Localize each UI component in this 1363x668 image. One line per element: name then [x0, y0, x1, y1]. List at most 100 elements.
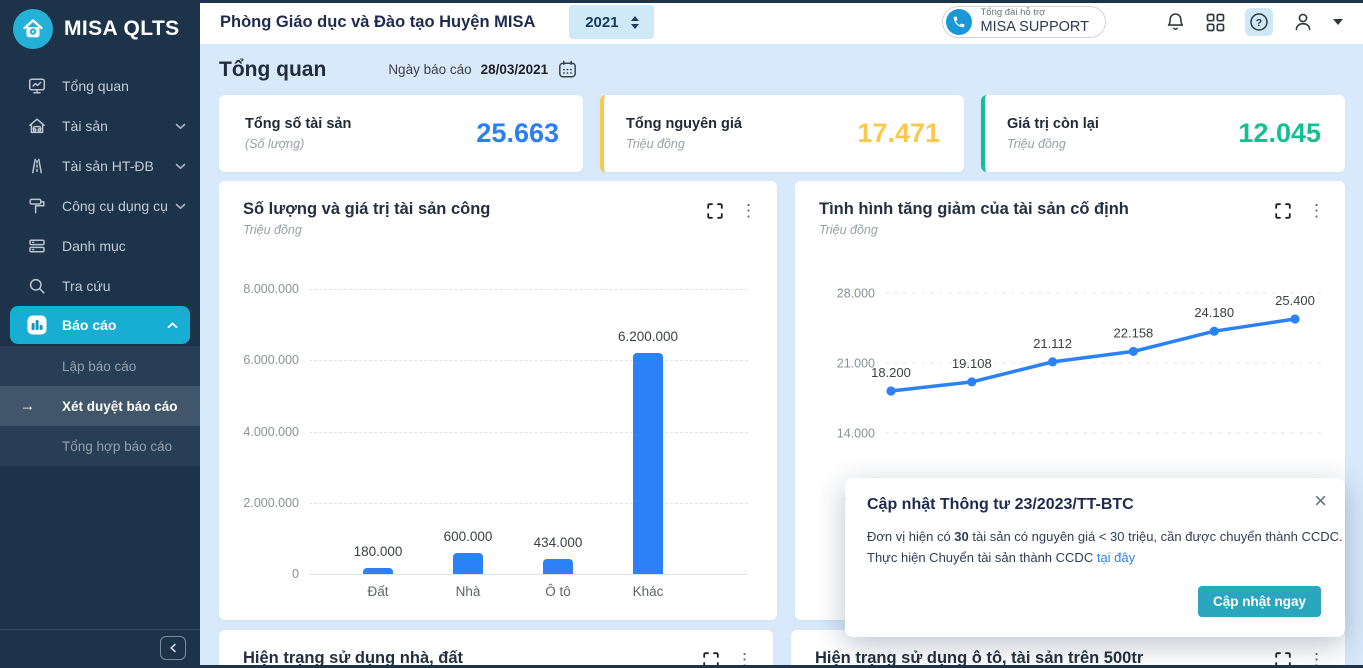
apps-grid-icon[interactable]: [1205, 12, 1226, 33]
y-axis-tick-label: 0: [292, 567, 299, 581]
year-spinner-icon[interactable]: [630, 15, 639, 29]
point-value-label: 25.400: [1275, 293, 1315, 308]
search-icon: [26, 276, 48, 296]
point-value-label: 24.180: [1194, 305, 1234, 320]
data-point[interactable]: [1128, 346, 1138, 357]
gridline: [309, 360, 748, 362]
submenu-item-tong-hop-bao-cao[interactable]: Tổng hợp báo cáo: [0, 426, 200, 466]
submenu-item-xet-duyet-bao-cao[interactable]: → Xét duyệt báo cáo: [0, 386, 200, 426]
stat-subtitle: Triệu đồng: [626, 137, 685, 151]
fullscreen-icon[interactable]: [707, 202, 723, 219]
close-icon[interactable]: ×: [1314, 490, 1327, 512]
support-line1: Tổng đài hỗ trợ: [980, 7, 1046, 19]
y-axis-tick-label: 4.000.000: [243, 424, 299, 439]
submenu-item-label: Tổng hợp báo cáo: [62, 438, 173, 454]
update-now-button[interactable]: Cập nhật ngay: [1197, 586, 1321, 617]
organization-title: Phòng Giáo dục và Đào tạo Huyện MISA: [220, 12, 536, 31]
popup-text: Thực hiện Chuyển tài sản thành CCDC: [867, 550, 1097, 566]
stat-value: 17.471: [857, 118, 940, 148]
kebab-menu-icon[interactable]: ⋮: [740, 202, 757, 219]
svg-text:?: ?: [1256, 17, 1262, 29]
user-icon[interactable]: [1292, 11, 1314, 33]
popup-text: tài sản có nguyên giá < 30 triệu, cần đư…: [968, 529, 1343, 544]
chevron-down-icon: [175, 203, 186, 210]
popup-text-bold: 30: [954, 529, 969, 544]
bar-chart-plot: 8.000.000 6.000.000 4.000.000 2.000.000 0 180…: [243, 282, 753, 599]
sidebar-item-tra-cuu[interactable]: Tra cứu: [0, 266, 200, 306]
bar-value-label: 6.200.000: [617, 329, 679, 345]
logo-row[interactable]: MISA QLTS: [0, 0, 200, 58]
data-point[interactable]: [886, 386, 896, 396]
point-value-label: 19.108: [952, 356, 992, 371]
dashboard-icon: [26, 76, 48, 96]
popup-link[interactable]: tại đây: [1097, 550, 1135, 565]
submenu-item-lap-bao-cao[interactable]: Lập báo cáo: [0, 346, 200, 386]
data-point[interactable]: [1209, 326, 1219, 336]
stat-card-0: Tổng số tài sản (Số lượng) 25.663: [219, 95, 583, 172]
sidebar-footer: [0, 629, 200, 665]
stat-value: 25.663: [476, 118, 559, 148]
bottom-card-0: Hiện trạng sử dụng nhà, đất ⋮: [219, 630, 773, 668]
kebab-menu-icon[interactable]: ⋮: [1308, 202, 1325, 219]
notification-popup: Cập nhật Thông tư 23/2023/TT-BTC × Đơn v…: [845, 478, 1345, 637]
topbar: Phòng Giáo dục và Đào tạo Huyện MISA 202…: [200, 0, 1363, 44]
gridline: [309, 289, 748, 290]
sidebar-item-tai-san-ht-db[interactable]: Tài sản HT-ĐB: [0, 146, 200, 186]
year-selector[interactable]: 2021: [569, 5, 655, 39]
active-arrow-icon: →: [20, 397, 35, 415]
x-axis-category-label: Đất: [367, 584, 389, 599]
fullscreen-icon[interactable]: [1275, 202, 1291, 219]
sidebar-item-tong-quan[interactable]: Tổng quan: [0, 66, 200, 106]
page-title: Tổng quan: [219, 57, 327, 81]
submenu-item-label: Xét duyệt báo cáo: [62, 398, 178, 414]
data-point[interactable]: [1290, 314, 1300, 324]
topbar-right-cluster: Tổng đài hỗ trợ MISA SUPPORT ?: [942, 6, 1343, 38]
sidebar-item-danh-muc[interactable]: Danh mục: [0, 226, 200, 266]
stat-subtitle: Triệu đồng: [1007, 137, 1066, 151]
bell-icon[interactable]: [1165, 11, 1186, 33]
sidebar-item-bao-cao[interactable]: Báo cáo: [10, 306, 190, 344]
sidebar-item-label: Tài sản HT-ĐB: [62, 158, 154, 174]
popup-body: Đơn vị hiện có 30 tài sản có nguyên giá …: [867, 526, 1343, 568]
x-axis-category-label: Ô tô: [545, 584, 571, 599]
brand-title: MISA QLTS: [64, 17, 180, 40]
bar-4[interactable]: [633, 353, 663, 574]
card-head: Hiện trạng sử dụng nhà, đất: [219, 630, 773, 668]
sidebar-item-label: Báo cáo: [62, 317, 117, 333]
year-value: 2021: [585, 13, 619, 31]
report-date-label: Ngày báo cáo: [388, 62, 472, 77]
phone-icon: [946, 9, 973, 35]
sidebar-item-label: Tổng quan: [62, 78, 129, 94]
point-value-label: 21.112: [1033, 336, 1072, 351]
stat-title: Tổng nguyên giá: [626, 116, 742, 132]
sidebar-item-tai-san[interactable]: Tài sản: [0, 106, 200, 146]
chart-title: Tình hình tăng giảm của tài sản cố định: [819, 200, 1129, 218]
caret-down-icon[interactable]: [1333, 19, 1343, 25]
report-submenu: Lập báo cáo → Xét duyệt báo cáo Tổng hợp…: [0, 346, 200, 466]
point-value-label: 22.158: [1114, 325, 1154, 340]
calendar-icon[interactable]: [557, 59, 578, 80]
stat-title: Tổng số tài sản: [245, 116, 352, 132]
y-axis-tick-label: 2.000.000: [243, 495, 299, 510]
sidebar-collapse-button[interactable]: [160, 635, 186, 660]
help-icon[interactable]: ?: [1245, 8, 1273, 36]
chevron-up-icon: [167, 321, 178, 329]
x-axis-category-label: Khác: [632, 584, 664, 599]
bar-chart-head: Số lượng và giá trị tài sản công Triệu đ…: [219, 181, 777, 237]
data-point[interactable]: [1048, 357, 1058, 367]
data-point[interactable]: [967, 377, 977, 387]
support-texts: Tổng đài hỗ trợ MISA SUPPORT: [980, 7, 1089, 36]
misa-support-button[interactable]: Tổng đài hỗ trợ MISA SUPPORT: [942, 6, 1106, 38]
bar-2[interactable]: [453, 552, 483, 574]
bar-3[interactable]: [543, 558, 573, 574]
y-axis-tick-label: 21.000: [837, 357, 875, 371]
paint-roller-icon: [26, 196, 48, 216]
sidebar-item-cong-cu-dung-cu[interactable]: Công cụ dụng cụ: [0, 186, 200, 226]
bar-1[interactable]: [363, 567, 393, 574]
report-icon: [26, 314, 48, 336]
y-axis-tick-label: 14.000: [837, 427, 875, 441]
bar-chart-card: Số lượng và giá trị tài sản công Triệu đ…: [219, 181, 777, 620]
stat-card-1: Tổng nguyên giá Triệu đồng 17.471: [600, 95, 964, 172]
stat-card-2: Giá trị còn lại Triệu đồng 12.045: [981, 95, 1345, 172]
stat-title: Giá trị còn lại: [1007, 116, 1099, 132]
